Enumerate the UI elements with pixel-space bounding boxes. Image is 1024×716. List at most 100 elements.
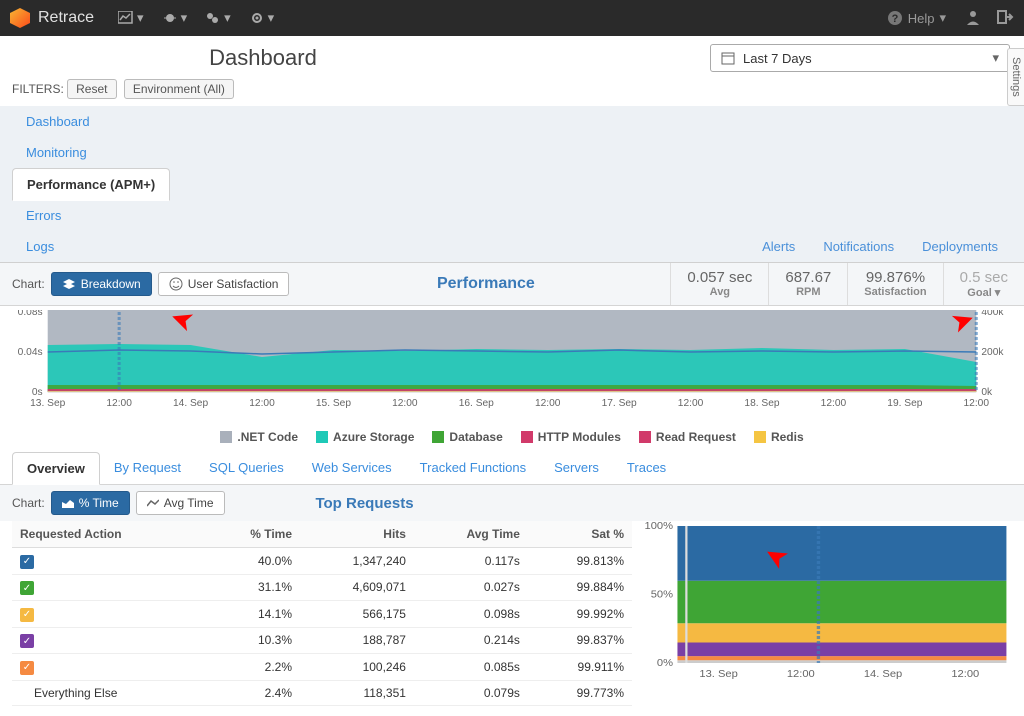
main-tabs: DashboardMonitoringPerformance (APM+)Err… xyxy=(0,106,1024,263)
svg-text:12:00: 12:00 xyxy=(787,669,815,680)
svg-text:13. Sep: 13. Sep xyxy=(30,398,66,409)
help-link[interactable]: ? Help ▾ xyxy=(887,10,946,26)
legend-read-request[interactable]: Read Request xyxy=(639,430,736,444)
svg-text:12:00: 12:00 xyxy=(821,398,847,409)
date-range-picker[interactable]: Last 7 Days ▾ xyxy=(710,44,1010,72)
subtab-by-request[interactable]: By Request xyxy=(100,452,195,484)
svg-text:12:00: 12:00 xyxy=(535,398,561,409)
svg-text:15. Sep: 15. Sep xyxy=(316,398,352,409)
metric-satisfaction: 99.876%Satisfaction xyxy=(847,263,942,305)
tab-alerts[interactable]: Alerts xyxy=(748,231,809,262)
subtab-sql-queries[interactable]: SQL Queries xyxy=(195,452,298,484)
bug-icon[interactable]: ▾ xyxy=(162,10,188,26)
logo-icon xyxy=(10,8,30,28)
subtab-traces[interactable]: Traces xyxy=(613,452,680,484)
calendar-icon xyxy=(721,51,735,65)
help-label: Help xyxy=(908,11,935,26)
metric-goal: 0.5 secGoal ▾ xyxy=(943,263,1024,305)
logout-icon[interactable] xyxy=(996,8,1014,29)
svg-text:12:00: 12:00 xyxy=(964,398,990,409)
svg-text:400k: 400k xyxy=(981,310,1004,318)
col-sat-[interactable]: Sat % xyxy=(528,521,632,548)
svg-text:12:00: 12:00 xyxy=(392,398,418,409)
layers-icon xyxy=(62,279,76,289)
table-row[interactable]: ✓2.2%100,2460.085s99.911% xyxy=(12,654,632,681)
top-requests-title: Top Requests xyxy=(0,495,865,512)
svg-text:0.08s: 0.08s xyxy=(18,310,43,318)
table-row[interactable]: ✓10.3%188,7870.214s99.837% xyxy=(12,627,632,654)
filters-bar: FILTERS: Reset Environment (All) xyxy=(0,78,1024,106)
legend-azure-storage[interactable]: Azure Storage xyxy=(316,430,414,444)
svg-text:16. Sep: 16. Sep xyxy=(459,398,495,409)
svg-text:13. Sep: 13. Sep xyxy=(699,669,738,680)
brand-logo[interactable]: Retrace xyxy=(10,8,94,28)
chart-bar: Chart: Breakdown User Satisfaction Perfo… xyxy=(0,263,1024,306)
gear-icon[interactable]: ▾ xyxy=(249,10,275,26)
legend-database[interactable]: Database xyxy=(432,430,502,444)
legend-redis[interactable]: Redis xyxy=(754,430,804,444)
titlebar: Dashboard Last 7 Days ▾ xyxy=(0,36,1024,78)
performance-title: Performance xyxy=(301,275,670,293)
svg-text:12:00: 12:00 xyxy=(106,398,132,409)
metric-avg: 0.057 secAvg xyxy=(670,263,768,305)
svg-text:0s: 0s xyxy=(32,387,43,398)
topbar: Retrace ▾ ▾ ▾ ▾ ? Help ▾ xyxy=(0,0,1024,36)
tab-notifications[interactable]: Notifications xyxy=(809,231,908,262)
chart-icon[interactable]: ▾ xyxy=(118,10,144,26)
svg-text:19. Sep: 19. Sep xyxy=(887,398,923,409)
sub-tabs: OverviewBy RequestSQL QueriesWeb Service… xyxy=(0,452,1024,485)
svg-text:17. Sep: 17. Sep xyxy=(602,398,638,409)
subtab-tracked-functions[interactable]: Tracked Functions xyxy=(406,452,540,484)
svg-text:14. Sep: 14. Sep xyxy=(173,398,209,409)
table-row[interactable]: ✓14.1%566,1750.098s99.992% xyxy=(12,601,632,628)
tab-monitoring[interactable]: Monitoring xyxy=(12,137,170,168)
performance-chart: 0s 0.04s 0.08s 0k 200k 400k 13. Sep 12:00 14. Se… xyxy=(0,306,1024,426)
svg-text:12:00: 12:00 xyxy=(249,398,275,409)
user-satisfaction-button[interactable]: User Satisfaction xyxy=(158,272,290,296)
chart-label: Chart: xyxy=(12,277,45,291)
col-hits[interactable]: Hits xyxy=(300,521,414,548)
smile-icon xyxy=(169,277,183,291)
breakdown-button[interactable]: Breakdown xyxy=(51,272,152,296)
table-row[interactable]: ✓40.0%1,347,2400.117s99.813% xyxy=(12,548,632,575)
chart-legend: .NET Code Azure Storage Database HTTP Modul… xyxy=(0,426,1024,452)
subtab-overview[interactable]: Overview xyxy=(12,452,100,485)
tab-deployments[interactable]: Deployments xyxy=(908,231,1012,262)
top-requests-chart: 0%50%100%13. Sep12:0014. Sep12:00 ➤ xyxy=(644,521,1012,706)
reset-button[interactable]: Reset xyxy=(67,79,116,99)
legend-http-modules[interactable]: HTTP Modules xyxy=(521,430,621,444)
legend--net-code[interactable]: .NET Code xyxy=(220,430,298,444)
svg-text:0.04s: 0.04s xyxy=(18,347,43,358)
tab-errors[interactable]: Errors xyxy=(12,200,170,231)
table-row[interactable]: ✓31.1%4,609,0710.027s99.884% xyxy=(12,574,632,601)
settings-tab[interactable]: Settings xyxy=(1007,48,1024,106)
metric-rpm: 687.67RPM xyxy=(768,263,847,305)
chevron-down-icon: ▾ xyxy=(992,50,999,66)
brand-name: Retrace xyxy=(38,9,94,27)
top-requests-header: Chart: % Time Avg Time Top Requests xyxy=(0,485,1024,521)
svg-text:0%: 0% xyxy=(657,658,674,669)
environment-filter[interactable]: Environment (All) xyxy=(124,79,234,99)
svg-text:200k: 200k xyxy=(981,347,1004,358)
svg-text:12:00: 12:00 xyxy=(678,398,704,409)
svg-text:18. Sep: 18. Sep xyxy=(744,398,780,409)
filters-label: FILTERS: xyxy=(12,82,64,96)
svg-text:?: ? xyxy=(891,13,898,25)
subtab-web-services[interactable]: Web Services xyxy=(298,452,406,484)
subtab-servers[interactable]: Servers xyxy=(540,452,613,484)
svg-text:0k: 0k xyxy=(981,387,993,398)
col-requested-action[interactable]: Requested Action xyxy=(12,521,205,548)
svg-text:50%: 50% xyxy=(651,589,674,600)
table-row-else[interactable]: Everything Else2.4%118,3510.079s99.773% xyxy=(12,680,632,705)
date-range-label: Last 7 Days xyxy=(743,51,812,66)
page-title: Dashboard xyxy=(14,45,512,71)
tab-logs[interactable]: Logs xyxy=(12,231,170,262)
user-icon[interactable] xyxy=(964,8,982,29)
col--time[interactable]: % Time xyxy=(205,521,300,548)
col-avg-time[interactable]: Avg Time xyxy=(414,521,528,548)
tab-performance-apm-[interactable]: Performance (APM+) xyxy=(12,168,170,201)
top-requests-table: Requested Action% TimeHitsAvg TimeSat % … xyxy=(12,521,632,706)
svg-text:100%: 100% xyxy=(645,521,674,532)
tab-dashboard[interactable]: Dashboard xyxy=(12,106,170,137)
stack-icon[interactable]: ▾ xyxy=(205,10,231,26)
